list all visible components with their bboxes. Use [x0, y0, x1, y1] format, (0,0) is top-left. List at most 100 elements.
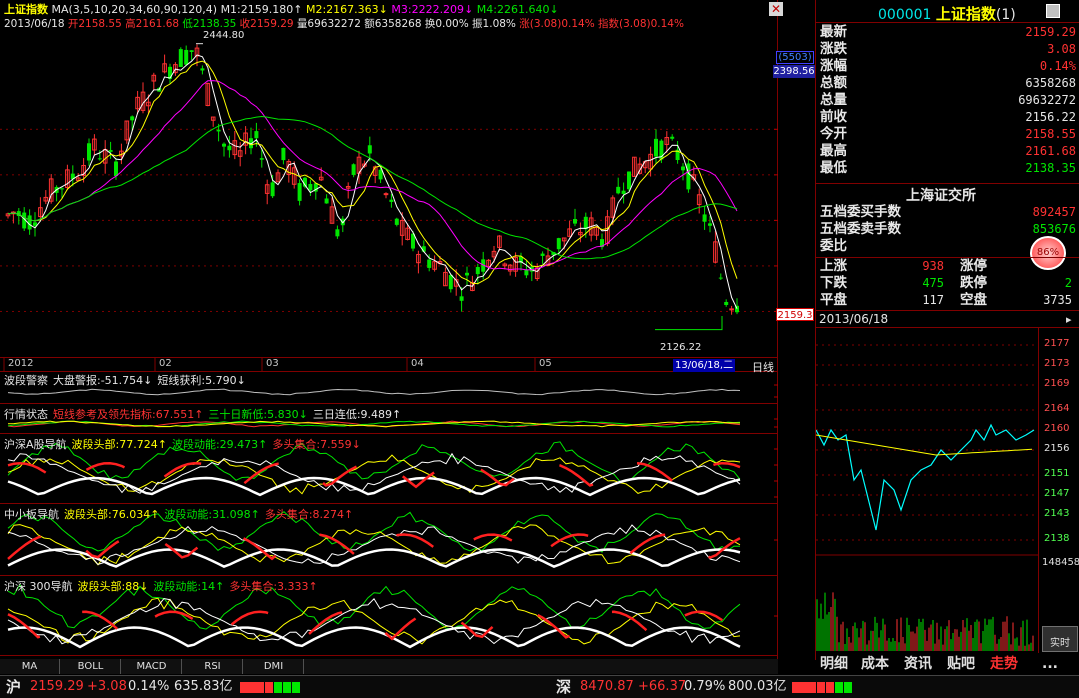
minute-date: 2013/06/18 [819, 312, 889, 326]
quote-row: 最高 2161.68 [820, 143, 1076, 160]
quote-row-value: 3.08 [1047, 42, 1076, 56]
minute-chart[interactable] [816, 328, 1079, 653]
quote-row-value: 6358268 [1025, 76, 1076, 90]
flat-value: 117 [922, 293, 944, 307]
up-value: 938 [922, 259, 944, 273]
tab-macd[interactable]: MACD [122, 659, 182, 674]
candle-body [308, 183, 313, 191]
panel-item-arrow: ↑ [194, 408, 204, 421]
quote-suffix: (1) [995, 7, 1016, 23]
minute-price-label: 2138 [1044, 533, 1070, 544]
minute-chart-arrow-icon[interactable]: ▸ [1066, 313, 1072, 326]
panel-lines [7, 583, 741, 649]
bar-volume: 量69632272 [296, 18, 361, 30]
buy-value: 892457 [1032, 205, 1076, 219]
minute-avg-line [816, 434, 1033, 456]
minute-price-label: 2173 [1044, 358, 1070, 369]
rtab-detail[interactable]: 明细 [820, 655, 848, 674]
quote-row-label: 总额 [820, 75, 847, 91]
up-row: 上涨 938 [820, 258, 970, 275]
candle-body [297, 183, 302, 201]
bar-amplitude: 振1.08% [472, 18, 516, 30]
candle-body [389, 199, 394, 202]
quote-row: 总量 69632272 [820, 92, 1076, 109]
sh-pct: 0.14% [128, 679, 170, 694]
rtab-more[interactable]: ... [1042, 655, 1058, 674]
window-restore-icon[interactable] [1046, 4, 1060, 18]
candle-body [708, 223, 712, 226]
month-label: 04 [411, 358, 424, 369]
panel-title: 行情状态 [4, 408, 48, 421]
candle-body [184, 49, 189, 65]
panel-item: 多头集合:8.274 [264, 508, 345, 521]
candle-body [200, 68, 205, 71]
exchange-name: 上海证交所 [906, 188, 976, 204]
minute-price-label: 2164 [1044, 403, 1070, 414]
main-chart-area[interactable]: 上证指数 MA(3,5,10,20,34,60,90,120,4) M1:215… [0, 0, 778, 660]
panel-item: 三日连低:9.489 [312, 408, 393, 421]
panel-item: 多头集合:7.559 [272, 438, 352, 451]
panel-base-line [7, 626, 741, 649]
candle-body [97, 158, 102, 160]
minute-price-label: 2156 [1044, 443, 1070, 454]
tab-ma[interactable]: MA [0, 659, 60, 674]
candle-body [367, 145, 372, 154]
sh-amount: 635.83亿 [174, 679, 233, 694]
panel-item: 大盘警报:-51.754 [53, 374, 144, 387]
tab-boll[interactable]: BOLL [61, 659, 121, 674]
high-marker-label: 2444.80 [203, 30, 245, 41]
quote-row-label: 前收 [820, 109, 847, 125]
panel-title-row: 波段警察 大盘警报:-51.754↓ 短线获利:5.790↓ [4, 372, 246, 388]
panel-title-row: 沪深A股导航 波段头部:77.724↑ 波段动能:29.473↑ 多头集合:7.559… [4, 436, 361, 452]
candle-body [340, 218, 345, 226]
panel-item-arrow: ↓ [351, 438, 361, 451]
sell-label: 五档委卖手数 [820, 221, 901, 237]
badge-5503-text: (5503) [778, 52, 812, 63]
down-row: 下跌 475 [820, 275, 970, 292]
bar-close: 收2159.29 [239, 18, 294, 30]
candle-body [114, 161, 118, 177]
quote-row: 总额 6358268 [820, 75, 1076, 92]
candle-body [718, 277, 723, 279]
panel-series-line [7, 524, 741, 565]
quote-name: 上证指数 [935, 5, 996, 23]
quote-row-label: 最高 [820, 143, 847, 159]
bar-date: 2013/06/18 [4, 18, 65, 30]
close-icon[interactable]: ✕ [769, 2, 783, 16]
index-name: 上证指数 [4, 3, 48, 16]
rtab-news[interactable]: 资讯 [904, 655, 932, 674]
candle-body [583, 216, 588, 230]
quote-code: 000001 [878, 7, 932, 23]
tab-dmi[interactable]: DMI [244, 659, 304, 674]
rtab-cost[interactable]: 成本 [861, 655, 889, 674]
quote-row-value: 2161.68 [1025, 144, 1076, 158]
quote-row: 涨幅 0.14% [820, 58, 1076, 75]
panel-red-line [7, 461, 741, 489]
quote-row-label: 最低 [820, 160, 847, 176]
chart-header-line1: 上证指数 MA(3,5,10,20,34,60,90,120,4) M1:215… [4, 1, 559, 17]
tab-rsi[interactable]: RSI [183, 659, 243, 674]
low-marker-label: 2126.22 [660, 342, 702, 353]
panel-item: 多头集合:3.333 [229, 580, 309, 593]
panel-title: 中小板导航 [4, 508, 59, 521]
candle-body [216, 129, 221, 132]
rtab-trend[interactable]: 走势 [990, 655, 1018, 674]
panel-item-arrow: ↑ [344, 508, 354, 521]
candle-body [729, 308, 734, 311]
candle-body [670, 136, 675, 139]
panel-series-line [7, 454, 741, 495]
panel-title: 沪深 300导航 [4, 580, 73, 593]
volume-max-label: 148458 [1042, 557, 1079, 568]
quote-row-value: 2159.29 [1025, 25, 1076, 39]
bar-index-change: 指数(3.08)0.14% [598, 18, 684, 30]
price-badge-top: 2398.56 [773, 65, 815, 78]
main-chart-svg[interactable] [0, 0, 778, 660]
candle-body [573, 219, 577, 224]
realtime-button[interactable]: 实时 [1042, 626, 1078, 652]
candle-body [427, 259, 432, 268]
panel-title-row: 行情状态 短线参考及领先指标:67.551↑ 三十日新低:5.830↓ 三日连低:9.… [4, 406, 401, 422]
candle-body [335, 229, 340, 237]
rtab-forum[interactable]: 贴吧 [947, 655, 975, 674]
limit-down-row: 跌停 2 [960, 275, 1072, 292]
minute-price-label: 2160 [1044, 423, 1070, 434]
